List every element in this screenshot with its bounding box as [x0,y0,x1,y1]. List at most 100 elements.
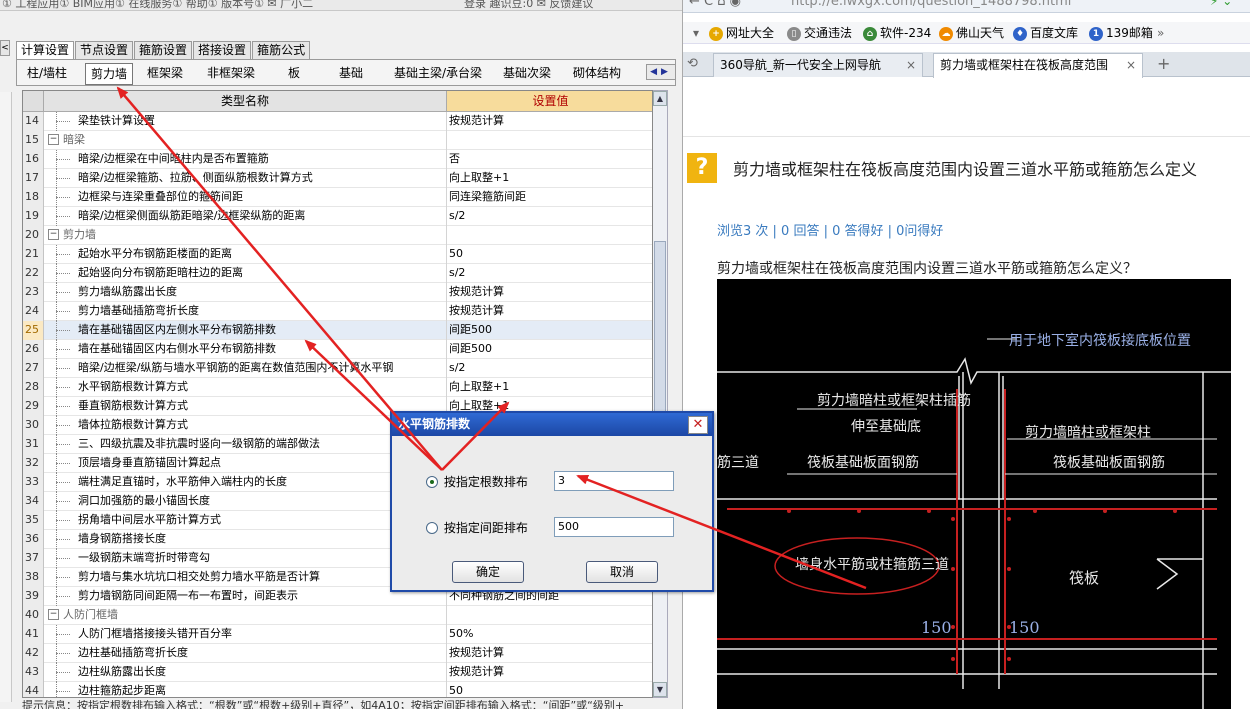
collapse-icon[interactable]: − [48,609,59,620]
subtab-foundation-main-beam[interactable]: 基础主梁/承台梁 [387,63,489,85]
table-row[interactable]: 28 水平钢筋根数计算方式 向上取整+1 [23,378,652,397]
table-row[interactable]: 18 边框梁与连梁重叠部位的箍筋间距 同连梁箍筋间距 [23,188,652,207]
bookmark-item[interactable]: ⌂ 软件-234 [863,25,931,41]
row-value-cell[interactable]: 间距500 [447,321,652,340]
bookmark-item[interactable]: ▯ 交通违法 [787,25,852,41]
row-value-cell[interactable]: s/2 [447,359,652,378]
row-value-cell[interactable]: s/2 [447,207,652,226]
subtab-column[interactable]: 柱/墙柱 [21,63,73,85]
table-group-row[interactable]: 40− 人防门框墙 [23,606,652,625]
column-header-value[interactable]: 设置值 [447,91,652,112]
row-value-cell[interactable]: 50 [447,245,652,264]
count-input[interactable]: 3 [554,471,674,491]
row-value-cell[interactable]: 否 [447,150,652,169]
subtab-foundation-secondary-beam[interactable]: 基础次梁 [501,63,553,85]
column-header-name[interactable]: 类型名称 [44,91,447,112]
ok-button[interactable]: 确定 [452,561,524,583]
bookmark-item[interactable]: 1 139邮箱 [1089,25,1153,41]
row-value-cell[interactable]: 50% [447,625,652,644]
subtab-frame-beam[interactable]: 框架梁 [141,63,189,85]
scroll-down-button[interactable]: ▼ [653,682,667,697]
subtab-masonry[interactable]: 砌体结构 [571,63,623,85]
subtab-foundation[interactable]: 基础 [333,63,369,85]
question-stats[interactable]: 浏览3 次 | 0 回答 | 0 答得好 | 0问得好 [717,220,943,239]
tab-calc-settings[interactable]: 计算设置 [16,41,75,61]
browser-tab[interactable]: 360导航_新一代安全上网导航 × [713,53,923,77]
address-bar: ← C ⌂ ◉ http://e.lwxgx.com/question_1488… [683,0,1250,13]
row-number: 28 [23,378,44,397]
radio-by-spacing[interactable] [426,521,438,534]
addr-extra-icons[interactable]: ⚡ ⌄ [1210,0,1232,8]
tab-stirrup-settings[interactable]: 箍筋设置 [134,41,193,60]
grid-scrollbar[interactable]: ▲ ▼ [653,90,668,698]
row-value-cell[interactable]: 50 [447,682,652,697]
subtab-nonframe-beam[interactable]: 非框架梁 [199,63,263,85]
restore-tab-icon[interactable]: ⟲ [687,56,698,71]
row-value-cell[interactable] [447,606,652,625]
new-tab-button[interactable]: + [1157,54,1170,73]
table-row[interactable]: 41 人防门框墙搭接接头错开百分率 50% [23,625,652,644]
app-menu-login[interactable]: 登录 趣识豆:0 ✉ 反馈建议 [464,0,593,10]
table-group-row[interactable]: 15− 暗梁 [23,131,652,150]
bookmarks-more-button[interactable]: » [1157,25,1164,41]
table-row[interactable]: 14 梁垫铁计算设置 按规范计算 [23,112,652,131]
row-value-cell[interactable]: 按规范计算 [447,302,652,321]
tree-connector [44,549,78,568]
row-value-cell[interactable] [447,131,652,150]
row-value-cell[interactable]: 同连梁箍筋间距 [447,188,652,207]
bookmark-item[interactable]: ☁ 佛山天气 [939,25,1004,41]
row-value-cell[interactable]: 按规范计算 [447,663,652,682]
row-value-cell[interactable]: 按规范计算 [447,644,652,663]
option-by-spacing[interactable]: 按指定间距排布 [426,519,528,539]
table-row[interactable]: 26 墙在基础锚固区内右侧水平分布钢筋排数 间距500 [23,340,652,359]
app-menu-items[interactable]: ① 工程应用① BIM应用① 在线服务① 帮助① 版本号① ✉ 广小二 [2,0,313,10]
row-value-cell[interactable]: 向上取整+1 [447,169,652,188]
subtab-scroll-arrows[interactable]: ◀▶ [646,64,676,80]
radio-label[interactable]: 按指定根数排布 [444,473,528,490]
table-group-row[interactable]: 20− 剪力墙 [23,226,652,245]
url-field[interactable]: http://e.lwxgx.com/question_1488798.html [791,0,1071,9]
nav-buttons[interactable]: ← C ⌂ ◉ [689,0,741,9]
table-row[interactable]: 43 边柱纵筋露出长度 按规范计算 [23,663,652,682]
tab-lap-settings[interactable]: 搭接设置 [193,41,252,60]
row-value-cell[interactable]: 间距500 [447,340,652,359]
dialog-close-button[interactable]: ✕ [688,416,708,434]
row-value-cell[interactable] [447,226,652,245]
row-value-cell[interactable]: s/2 [447,264,652,283]
table-row[interactable]: 16 暗梁/边框梁在中间暗柱内是否布置箍筋 否 [23,150,652,169]
bookmarks-dropdown-icon[interactable]: ▾ [693,25,699,41]
bookmark-item[interactable]: + 网址大全 [709,25,774,41]
cancel-button[interactable]: 取消 [586,561,658,583]
table-row[interactable]: 22 起始竖向分布钢筋距暗柱边的距离 s/2 [23,264,652,283]
scroll-up-button[interactable]: ▲ [653,91,667,106]
browser-tab-active[interactable]: 剪力墙或框架柱在筏板高度范围 × [933,53,1143,78]
row-name: 边柱基础插筋弯折长度 [78,646,188,659]
table-row[interactable]: 17 暗梁/边框梁箍筋、拉筋、侧面纵筋根数计算方式 向上取整+1 [23,169,652,188]
table-row[interactable]: 24 剪力墙基础插筋弯折长度 按规范计算 [23,302,652,321]
table-row[interactable]: 21 起始水平分布钢筋距楼面的距离 50 [23,245,652,264]
table-row[interactable]: 27 暗梁/边框梁/纵筋与墙水平钢筋的距离在数值范围内不计算水平钢 s/2 [23,359,652,378]
collapse-icon[interactable]: − [48,134,59,145]
table-row[interactable]: 42 边柱基础插筋弯折长度 按规范计算 [23,644,652,663]
table-row[interactable]: 25 墙在基础锚固区内左侧水平分布钢筋排数 间距500 [23,321,652,340]
row-value-cell[interactable]: 按规范计算 [447,112,652,131]
row-value-cell[interactable]: 向上取整+1 [447,378,652,397]
table-row[interactable]: 19 暗梁/边框梁侧面纵筋距暗梁/边框梁纵筋的距离 s/2 [23,207,652,226]
radio-by-count[interactable] [426,475,438,488]
panel-collapse-button[interactable]: < [0,40,10,56]
subtab-shear-wall[interactable]: 剪力墙 [85,63,133,85]
close-tab-icon[interactable]: × [1126,54,1136,76]
row-value-cell[interactable]: 按规范计算 [447,283,652,302]
table-row[interactable]: 23 剪力墙纵筋露出长度 按规范计算 [23,283,652,302]
subtab-slab[interactable]: 板 [283,63,305,85]
table-row[interactable]: 44 边柱箍筋起步距离 50 [23,682,652,697]
option-by-count[interactable]: 按指定根数排布 [426,473,528,493]
radio-label[interactable]: 按指定间距排布 [444,519,528,536]
collapse-icon[interactable]: − [48,229,59,240]
row-name: 暗梁 [63,133,85,146]
tab-node-settings[interactable]: 节点设置 [75,41,134,60]
bookmark-item[interactable]: ♦ 百度文库 [1013,25,1078,41]
tab-stirrup-formula[interactable]: 箍筋公式 [252,41,311,60]
close-tab-icon[interactable]: × [906,54,916,76]
spacing-input[interactable]: 500 [554,517,674,537]
